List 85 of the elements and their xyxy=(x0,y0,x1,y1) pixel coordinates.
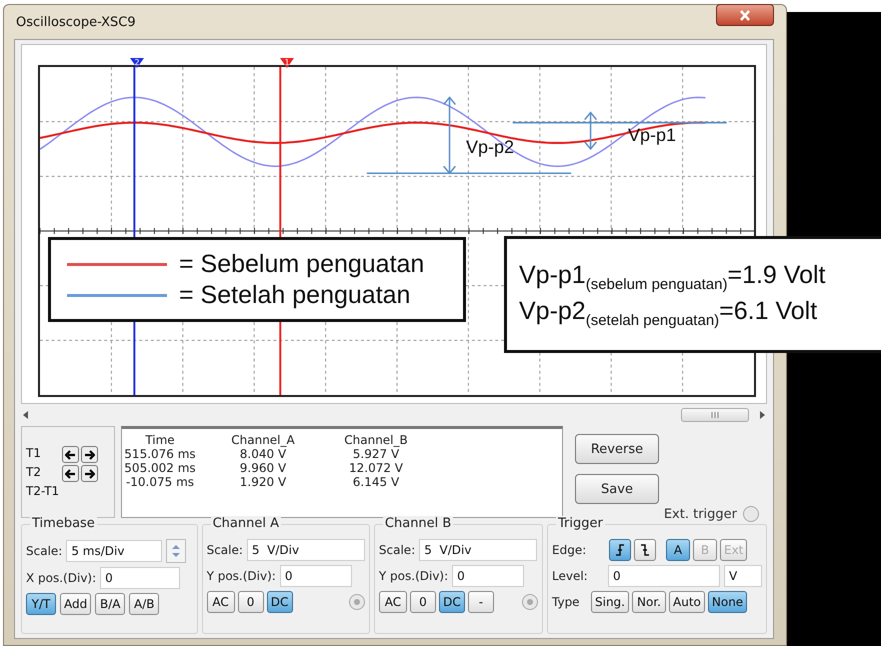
coupling-button[interactable]: 0 xyxy=(238,591,264,613)
scale-field[interactable]: 5 V/Div xyxy=(246,539,365,561)
legend-label: = Sebelum penguatan xyxy=(179,250,424,278)
position-field[interactable]: 0 xyxy=(100,567,180,589)
window-title: Oscilloscope-XSC9 xyxy=(16,14,136,30)
field-label: Scale: xyxy=(206,543,243,557)
annotation-label: Vp-p2 xyxy=(466,137,514,158)
readout-value: -10.075 ms xyxy=(126,475,194,489)
step-right-button[interactable] xyxy=(81,446,98,463)
position-field[interactable]: 0 xyxy=(280,565,352,587)
field-label: Y pos.(Div): xyxy=(206,569,276,583)
column-header: Channel_B xyxy=(344,433,408,447)
scrollbar-thumb[interactable] xyxy=(681,408,749,422)
edge-button[interactable] xyxy=(609,539,631,561)
scale-field[interactable]: 5 V/Div xyxy=(419,539,538,561)
field-label: Level: xyxy=(552,569,589,583)
arrow-left-icon xyxy=(65,450,76,460)
cursor-label: T1 xyxy=(26,446,42,462)
radio-button[interactable] xyxy=(348,594,365,610)
action-button[interactable]: Save xyxy=(575,474,659,504)
type-button[interactable]: Nor. xyxy=(632,591,666,613)
edge-button[interactable] xyxy=(634,539,656,561)
position-field[interactable]: 0 xyxy=(452,565,524,587)
measure-arrow xyxy=(584,111,598,150)
group-title: Trigger xyxy=(556,516,605,531)
result-text: Vp-p2$_{(setelah penguatan)}$=6.1 Volt xyxy=(519,296,818,328)
type-button[interactable]: Auto xyxy=(669,591,705,613)
close-button[interactable] xyxy=(716,4,774,26)
arrow-left-icon xyxy=(65,468,76,478)
scroll-right-icon[interactable] xyxy=(759,411,765,419)
field-label: Type xyxy=(552,595,581,609)
coupling-button[interactable]: - xyxy=(468,591,494,613)
coupling-button[interactable]: DC xyxy=(438,591,465,613)
scale-field[interactable]: 5 ms/Div xyxy=(66,540,162,562)
mode-button[interactable]: A/B xyxy=(129,593,160,615)
field-label: Scale: xyxy=(378,543,416,557)
arrow-right-icon xyxy=(84,468,95,478)
cursor-label: T2 xyxy=(26,465,42,481)
result-text: Vp-p1$_{(sebelum penguatan)}$=1.9 Volt xyxy=(519,260,826,292)
mode-button[interactable]: Y/T xyxy=(26,593,56,615)
close-icon xyxy=(739,10,751,20)
radio-button[interactable] xyxy=(743,506,759,522)
field-label: Y pos.(Div): xyxy=(378,569,448,583)
readout-value: 8.040 V xyxy=(240,447,286,461)
action-button[interactable]: Reverse xyxy=(575,434,659,464)
arrow-right-icon xyxy=(84,450,95,460)
falling-edge-icon xyxy=(639,544,651,556)
rising-edge-icon xyxy=(614,544,626,556)
cursor-handle[interactable]: 1 xyxy=(280,58,294,68)
cursor-handle[interactable]: 2 xyxy=(130,58,144,68)
mode-button[interactable]: Add xyxy=(60,593,92,615)
step-left-button[interactable] xyxy=(62,446,79,463)
readout-value: 6.145 V xyxy=(352,475,400,489)
source-button[interactable]: A xyxy=(666,539,690,561)
type-button[interactable]: Sing. xyxy=(591,591,629,613)
radio-button[interactable] xyxy=(522,594,538,610)
readout-value: 12.072 V xyxy=(348,461,403,475)
readout-value: 9.960 V xyxy=(240,461,286,475)
readout-value: 515.076 ms xyxy=(124,447,196,461)
coupling-button[interactable]: AC xyxy=(378,591,407,613)
coupling-button[interactable]: AC xyxy=(206,591,235,613)
legend-label: = Setelah penguatan xyxy=(179,280,410,310)
column-header: Time xyxy=(145,433,175,447)
readout-value: 1.920 V xyxy=(240,475,286,489)
spinner-button[interactable] xyxy=(166,539,186,563)
coupling-button[interactable]: 0 xyxy=(410,591,436,613)
field-label: Edge: xyxy=(552,543,588,557)
mode-button[interactable]: B/A xyxy=(95,593,126,615)
coupling-button[interactable]: DC xyxy=(266,591,293,613)
annotation-label: Vp-p1 xyxy=(628,125,676,146)
column-header: Channel_A xyxy=(231,433,295,447)
cursor-label: T2-T1 xyxy=(26,484,60,498)
readout-value: 505.002 ms xyxy=(124,461,196,475)
level-field[interactable]: 0 xyxy=(608,565,720,587)
step-left-button[interactable] xyxy=(62,465,79,482)
spinner-arrows-icon xyxy=(172,544,180,558)
field-label: Scale: xyxy=(26,544,62,558)
field-label: X pos.(Div): xyxy=(26,571,96,585)
readout-value: 5.927 V xyxy=(352,447,400,461)
step-right-button[interactable] xyxy=(81,465,98,482)
ext-trigger-label: Ext. trigger xyxy=(664,506,737,522)
grip-icon xyxy=(710,412,720,418)
unit-field[interactable]: V xyxy=(724,565,762,587)
scroll-left-icon[interactable] xyxy=(23,411,29,419)
type-button[interactable]: None xyxy=(708,591,748,613)
